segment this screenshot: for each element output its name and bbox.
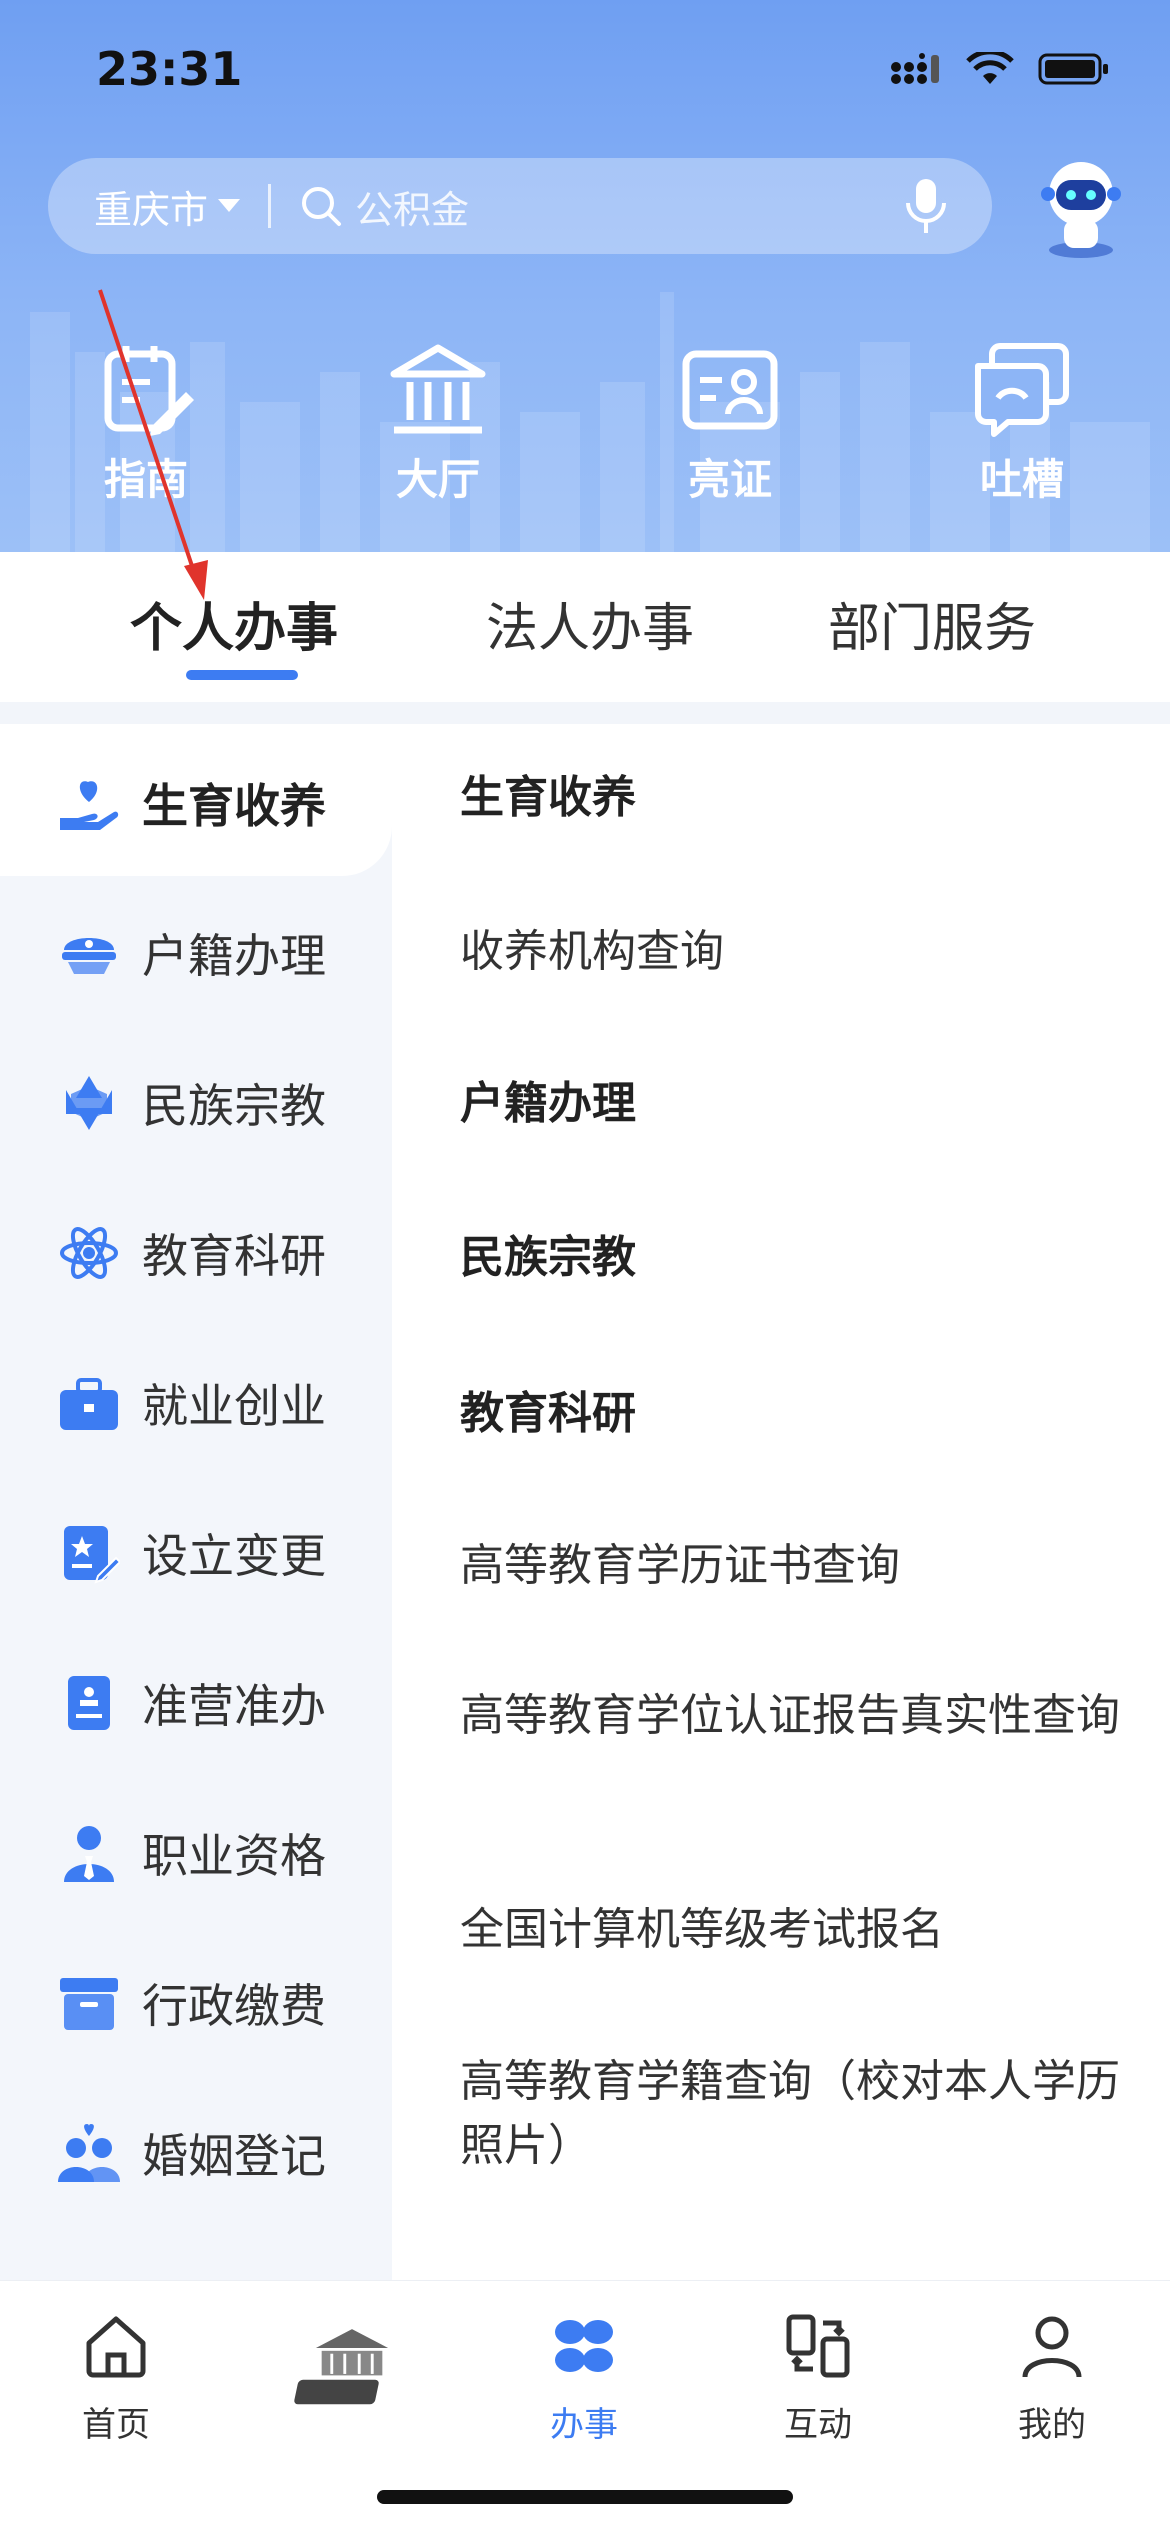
guide-icon xyxy=(104,346,194,436)
nav-profile-label: 我的 xyxy=(1018,2405,1086,2445)
wifi-icon xyxy=(966,52,1014,84)
service-link[interactable]: 高等教育学位认证报告真实性查询 xyxy=(460,1684,1120,1748)
sidebar-item-marriage[interactable]: 婚姻登记 xyxy=(0,2078,392,2228)
home-icon xyxy=(86,2316,146,2378)
nav-home-label: 首页 xyxy=(82,2405,150,2445)
caret-down-icon xyxy=(218,199,241,212)
nav-services-label: 办事 xyxy=(550,2405,618,2445)
service-link[interactable]: 高等教育学籍查询（校对本人学历照片） xyxy=(460,2050,1120,2178)
couple-icon xyxy=(58,2124,120,2182)
header-banner: 23:31 重庆市 公积金 指南 大厅 亮证 吐槽 xyxy=(0,0,1170,552)
service-tabs: 个人办事 法人办事 部门服务 xyxy=(0,552,1170,702)
shortcut-certificate[interactable]: 亮证 xyxy=(630,340,830,507)
section-divider xyxy=(0,702,1170,724)
sidebar-item-label: 设立变更 xyxy=(142,1529,326,1583)
service-list: 生育收养 收养机构查询 户籍办理 民族宗教 教育科研 高等教育学历证书查询 高等… xyxy=(392,724,1170,2280)
interaction-icon xyxy=(786,2314,850,2378)
status-bar: 23:31 xyxy=(0,0,1170,150)
childbirth-icon xyxy=(60,781,119,830)
city-selector[interactable]: 重庆市 xyxy=(94,179,241,234)
nav-profile[interactable]: 我的 xyxy=(962,2311,1142,2446)
archive-box-icon xyxy=(60,1978,118,2030)
police-cap-icon xyxy=(62,938,116,974)
search-icon xyxy=(302,187,342,226)
hall-icon xyxy=(390,344,486,434)
sidebar-item-employment[interactable]: 就业创业 xyxy=(0,1328,392,1478)
tab-personal[interactable]: 个人办事 xyxy=(130,586,338,661)
sidebar-item-childbirth[interactable]: 生育收养 xyxy=(0,728,392,878)
sidebar-item-label: 教育科研 xyxy=(142,1229,326,1283)
shortcut-certificate-label: 亮证 xyxy=(687,455,772,504)
sidebar-item-label: 就业创业 xyxy=(142,1379,326,1433)
yukuaiban-logo-icon xyxy=(294,2329,389,2405)
status-time: 23:31 xyxy=(96,42,243,96)
service-link[interactable]: 收养机构查询 xyxy=(460,920,1120,984)
sidebar-item-label: 职业资格 xyxy=(142,1829,326,1883)
microphone-icon[interactable] xyxy=(904,177,948,235)
shortcut-feedback-label: 吐槽 xyxy=(979,455,1064,504)
sidebar-item-establish-change[interactable]: 设立变更 xyxy=(0,1478,392,1628)
nav-interaction-label: 互动 xyxy=(784,2405,852,2445)
sidebar-item-label: 生育收养 xyxy=(142,779,326,833)
shortcut-row: 指南 大厅 亮证 吐槽 xyxy=(0,340,1170,510)
section-heading: 生育收养 xyxy=(460,772,636,823)
signal-icon xyxy=(891,53,939,84)
search-input[interactable]: 公积金 xyxy=(355,179,904,234)
tab-department[interactable]: 部门服务 xyxy=(828,586,1036,661)
section-heading: 民族宗教 xyxy=(460,1232,636,1283)
active-tab-indicator xyxy=(186,670,298,680)
sidebar-item-label: 婚姻登记 xyxy=(142,2129,326,2183)
document-edit-icon xyxy=(64,1526,120,1584)
license-icon xyxy=(68,1676,110,1730)
section-heading: 教育科研 xyxy=(460,1388,636,1439)
service-link[interactable]: 高等教育学历证书查询 xyxy=(460,1534,1120,1598)
city-label: 重庆市 xyxy=(94,187,209,232)
sidebar-item-ethnic-religion[interactable]: 民族宗教 xyxy=(0,1028,392,1178)
shortcut-hall-label: 大厅 xyxy=(395,455,480,504)
sidebar-item-education[interactable]: 教育科研 xyxy=(0,1178,392,1328)
star-icon xyxy=(66,1076,112,1130)
sidebar-item-household[interactable]: 户籍办理 xyxy=(0,878,392,1028)
sidebar-item-qualification[interactable]: 职业资格 xyxy=(0,1778,392,1928)
sidebar-item-label: 准营准办 xyxy=(142,1679,326,1733)
nav-services[interactable]: 办事 xyxy=(494,2311,674,2446)
shortcut-feedback[interactable]: 吐槽 xyxy=(922,340,1122,507)
nav-yukuaiban[interactable] xyxy=(262,2301,442,2447)
robot-assistant-icon[interactable] xyxy=(1026,152,1136,262)
shortcut-guide[interactable]: 指南 xyxy=(46,340,246,507)
search-divider xyxy=(268,184,272,228)
sidebar-item-label: 行政缴费 xyxy=(142,1979,326,2033)
home-indicator xyxy=(377,2490,793,2504)
nav-home[interactable]: 首页 xyxy=(26,2311,206,2446)
atom-icon xyxy=(60,1227,118,1279)
shortcut-guide-label: 指南 xyxy=(103,455,188,504)
tab-corporate[interactable]: 法人办事 xyxy=(486,586,694,661)
sidebar-item-permit[interactable]: 准营准办 xyxy=(0,1628,392,1778)
briefcase-icon xyxy=(60,1378,118,1430)
sidebar-item-label: 民族宗教 xyxy=(142,1079,326,1133)
profile-icon xyxy=(1022,2316,1082,2378)
battery-icon xyxy=(1038,53,1108,85)
sidebar-item-label: 户籍办理 xyxy=(142,929,326,983)
services-icon xyxy=(555,2320,613,2372)
shortcut-hall[interactable]: 大厅 xyxy=(338,340,538,507)
feedback-icon xyxy=(975,343,1069,437)
search-bar[interactable]: 重庆市 公积金 xyxy=(48,158,992,254)
service-link[interactable]: 全国计算机等级考试报名 xyxy=(460,1898,1120,1962)
sidebar-item-admin-fees[interactable]: 行政缴费 xyxy=(0,1928,392,2078)
certificate-icon xyxy=(682,350,778,430)
nav-interaction[interactable]: 互动 xyxy=(728,2311,908,2446)
professional-icon xyxy=(64,1826,114,1882)
section-heading: 户籍办理 xyxy=(460,1078,636,1129)
